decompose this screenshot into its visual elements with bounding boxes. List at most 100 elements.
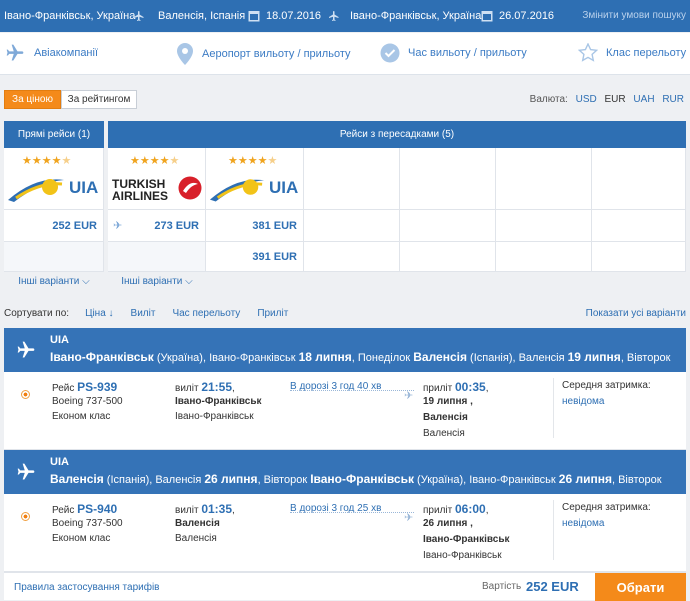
leg-detail-return: Рейс PS-940 Boeing 737-500 Економ клас в… <box>4 494 686 572</box>
offer-footer: Правила застосування тарифів Вартість 25… <box>4 572 686 601</box>
origin-text: Івано-Франківськ, Україна <box>4 10 136 22</box>
filter-time-label: Час вильоту / прильоту <box>408 47 527 59</box>
arrival-time: 06:00 <box>454 502 486 516</box>
uia-logo: UIA <box>208 172 298 204</box>
uia-logo-text: UIA <box>69 178 99 197</box>
sort-by-price-button[interactable]: За ціною <box>4 90 61 109</box>
price-cell[interactable]: 252 EUR <box>4 210 104 242</box>
search-summary-bar: Івано-Франківськ, Україна Валенсія, Іспа… <box>0 0 690 32</box>
leg-select-radio[interactable] <box>21 390 30 399</box>
currency-selector: Валюта: USD EUR UAH RUR <box>530 94 684 105</box>
show-all-options-link[interactable]: Показати усі варіанти <box>586 308 686 319</box>
cost-label: Вартість <box>482 581 522 592</box>
departure-airport: Валенсія <box>175 533 217 544</box>
delay-label: Середня затримка: <box>562 380 651 391</box>
aircraft: Boeing 737-500 <box>52 396 123 407</box>
uia-logo-text: UIA <box>269 178 299 197</box>
leg-airline: UIA <box>50 456 69 468</box>
sort-duration[interactable]: Час перельоту <box>172 308 240 319</box>
arrival-airport: Івано-Франківськ <box>423 550 502 561</box>
leg-select-radio[interactable] <box>21 512 30 521</box>
uia-wing-icon <box>8 179 64 202</box>
turkish-logo-line2: AIRLINES <box>112 189 169 203</box>
departure-city: Валенсія <box>175 518 220 529</box>
cabin-class: Економ клас <box>52 411 111 422</box>
price-uia-transfer-2: 391 EUR <box>252 251 297 263</box>
transfer-flights-header[interactable]: Рейси з пересадками (5) <box>108 121 686 148</box>
delay-value: невідома <box>562 396 605 407</box>
leg-header-outbound: UIA Івано-Франківськ (Україна), Івано-Фр… <box>4 328 686 372</box>
filter-class[interactable]: Клас перельоту <box>578 43 686 63</box>
filter-airport-label: Аеропорт вильоту / прильоту <box>202 48 351 60</box>
delay-label: Середня затримка: <box>562 502 651 513</box>
departure-time: 21:55 <box>201 380 233 394</box>
sort-options-row: Сортувати по: Ціна ↓ Виліт Час перельоту… <box>4 302 686 324</box>
airline-cell-turkish[interactable]: ★★★★★ TURKISH AIRLINES <box>108 148 206 210</box>
location-pin-icon <box>177 43 193 65</box>
sort-toggle-bar: За ціною За рейтингом Валюта: USD EUR UA… <box>0 86 690 116</box>
plane-icon <box>6 44 24 61</box>
cabin-class: Економ клас <box>52 533 111 544</box>
leg-detail-outbound: Рейс PS-939 Boeing 737-500 Економ клас в… <box>4 372 686 450</box>
plane-icon <box>17 341 35 358</box>
arrival-date: 26 липня <box>423 518 468 529</box>
arrival-plane-icon: ✈ <box>404 512 414 524</box>
currency-eur[interactable]: EUR <box>605 94 626 105</box>
price-cell[interactable]: ✈ 273 EUR <box>108 210 206 242</box>
currency-usd[interactable]: USD <box>576 94 597 105</box>
price-turkish: 273 EUR <box>154 220 199 232</box>
fare-rules-link[interactable]: Правила застосування тарифів <box>14 582 160 593</box>
arrival-date: 19 липня <box>423 396 468 407</box>
currency-uah[interactable]: UAH <box>633 94 654 105</box>
date-back: 26.07.2016 <box>499 10 555 22</box>
filter-bar: Авіакомпанії Аеропорт вильоту / прильоту… <box>0 33 690 75</box>
calendar-icon <box>481 11 493 22</box>
filter-time[interactable]: Час вильоту / прильоту <box>380 43 527 63</box>
departure-city: Івано-Франківськ <box>175 396 262 407</box>
price-cell[interactable]: 381 EUR <box>206 210 304 242</box>
arrival-city: Івано-Франківськ <box>423 534 510 545</box>
currency-label: Валюта: <box>529 94 568 105</box>
filter-class-label: Клас перельоту <box>606 47 687 59</box>
sort-departure[interactable]: Виліт <box>131 308 156 319</box>
arrival-airport: Валенсія <box>423 428 465 439</box>
uia-logo: UIA <box>6 172 98 204</box>
leg-airline: UIA <box>50 334 69 346</box>
uia-wing-icon <box>209 179 265 202</box>
rating-stars: ★★★★★ <box>130 155 180 167</box>
airline-cell-uia-transfer[interactable]: ★★★★★ UIA <box>206 148 304 210</box>
leg-route: Івано-Франківськ (Україна), Івано-Франкі… <box>50 350 671 364</box>
leg-header-return: UIA Валенсія (Іспанія), Валенсія 26 липн… <box>4 450 686 494</box>
departure-time: 01:35 <box>201 502 233 516</box>
select-offer-button[interactable]: Обрати <box>595 573 686 601</box>
fare-grid: Прямі рейси (1) Рейси з пересадками (5) … <box>4 121 686 291</box>
sort-arrival[interactable]: Приліт <box>257 308 288 319</box>
airline-cell-uia-direct[interactable]: ★★★★★ UIA <box>4 148 104 210</box>
flight-number: PS-939 <box>77 380 118 394</box>
filter-airlines-label: Авіакомпанії <box>34 47 99 59</box>
calendar-icon <box>248 11 260 22</box>
more-options-link[interactable]: Інші варіанти ⌵ <box>108 276 206 287</box>
price-uia-transfer-1: 381 EUR <box>252 220 297 232</box>
direct-flights-header[interactable]: Прямі рейси (1) <box>4 121 104 148</box>
delay-value: невідома <box>562 518 605 529</box>
sort-by-rating-button[interactable]: За рейтингом <box>61 90 137 109</box>
aircraft: Boeing 737-500 <box>52 518 123 529</box>
filter-airport[interactable]: Аеропорт вильоту / прильоту <box>176 43 350 65</box>
price-cell[interactable]: 391 EUR <box>206 242 304 272</box>
departure-airport: Івано-Франківськ <box>175 411 254 422</box>
plane-icon <box>329 11 339 21</box>
currency-rur[interactable]: RUR <box>662 94 684 105</box>
total-price: 252 EUR <box>526 579 579 594</box>
transfer-plane-icon: ✈ <box>113 220 123 232</box>
filter-airlines[interactable]: Авіакомпанії <box>4 43 98 63</box>
sort-price[interactable]: Ціна ↓ <box>85 308 113 319</box>
star-outline-icon <box>578 43 598 62</box>
price-direct: 252 EUR <box>52 220 97 232</box>
clock-check-icon <box>380 43 400 63</box>
return-origin-text: Івано-Франківськ, Україна <box>350 10 482 22</box>
modify-search-link[interactable]: Змінити умови пошуку <box>582 10 686 21</box>
more-options-link[interactable]: Інші варіанти ⌵ <box>4 276 104 287</box>
arrival-time: 00:35 <box>454 380 486 394</box>
flight-number: PS-940 <box>77 502 118 516</box>
